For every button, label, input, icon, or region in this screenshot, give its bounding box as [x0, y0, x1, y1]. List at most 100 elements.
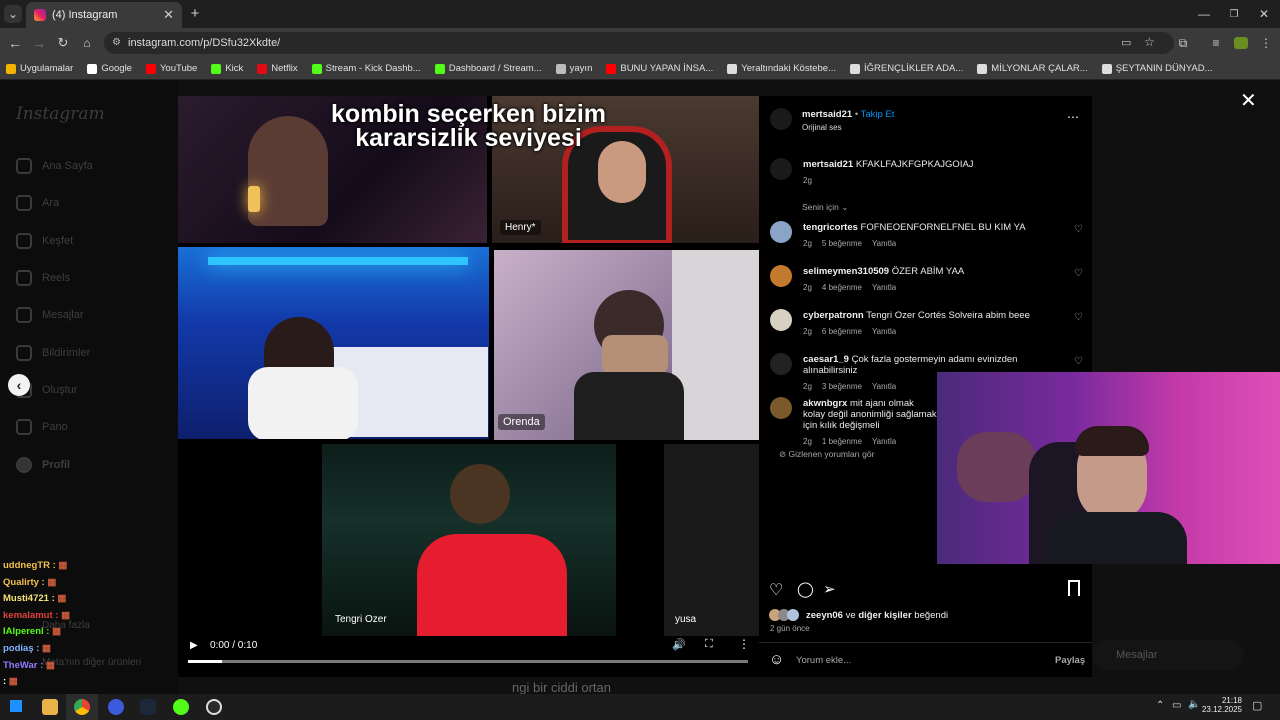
menu-dots-icon[interactable]: ⋮: [1259, 35, 1273, 51]
comment-username[interactable]: selimeymen310509: [803, 266, 889, 277]
fullscreen-icon[interactable]: ⛶: [705, 638, 713, 651]
comment-username[interactable]: akwnbgrx: [803, 398, 847, 409]
bookmark-item[interactable]: Uygulamalar: [6, 63, 73, 74]
bookmark-star-icon[interactable]: ☆: [1144, 35, 1155, 49]
notifications-icon[interactable]: ▢: [1252, 699, 1262, 712]
chrome-icon[interactable]: [74, 699, 90, 715]
comment-reply[interactable]: Yanıtla: [872, 239, 896, 248]
sidebar-item-2[interactable]: Keşfet: [16, 233, 73, 249]
reel-video[interactable]: Henry* Orenda Tengri Ozer yusa kombin se…: [178, 96, 759, 677]
hidden-comments-link[interactable]: ⊘ Gizlenen yorumları gör: [779, 449, 874, 460]
video-progress-bar[interactable]: [188, 660, 748, 663]
comment-sort-dropdown[interactable]: Senin için ⌄: [802, 202, 848, 213]
close-modal-icon[interactable]: ✕: [1240, 88, 1257, 113]
author-username[interactable]: mertsaid21: [802, 109, 852, 120]
obs-icon[interactable]: [206, 699, 222, 715]
comment-likes[interactable]: 6 beğenme: [822, 327, 862, 336]
author-avatar[interactable]: [770, 108, 792, 130]
comment-likes[interactable]: 4 beğenme: [822, 283, 862, 292]
steam-icon[interactable]: [140, 699, 156, 715]
extensions-icon[interactable]: ⧉: [1176, 35, 1190, 51]
caption-username[interactable]: mertsaid21: [803, 159, 853, 170]
comment-likes[interactable]: 1 beğenme: [822, 437, 862, 446]
bookmark-item[interactable]: YouTube: [145, 63, 197, 74]
follow-button[interactable]: Takip Et: [861, 109, 895, 120]
bookmark-item[interactable]: Kick: [211, 63, 243, 74]
comment-avatar[interactable]: [770, 353, 792, 375]
start-icon[interactable]: [10, 700, 22, 712]
messages-pill[interactable]: Mesajlar: [1092, 640, 1244, 670]
tab-search-button[interactable]: ⌄: [4, 5, 22, 23]
sidebar-item-0[interactable]: Ana Sayfa: [16, 158, 93, 174]
sidebar-item-3[interactable]: Reels: [16, 270, 70, 286]
share-comment-button[interactable]: Paylaş: [1055, 655, 1085, 666]
comment-reply[interactable]: Yanıtla: [872, 327, 896, 336]
cast-icon[interactable]: ▭: [1121, 36, 1131, 49]
save-bookmark-icon[interactable]: [1068, 580, 1080, 596]
network-icon[interactable]: ▭: [1172, 700, 1181, 711]
comment-bubble-icon[interactable]: ◯: [797, 580, 814, 598]
comment-username[interactable]: caesar1_9: [803, 354, 849, 365]
bookmark-item[interactable]: Netflix: [257, 63, 298, 74]
bookmark-item[interactable]: BUNU YAPAN İNSA...: [606, 63, 713, 74]
video-more-icon[interactable]: ⋮: [738, 637, 750, 651]
bookmark-item[interactable]: MİLYONLAR ÇALAR...: [977, 63, 1088, 74]
speaker-icon[interactable]: 🔈: [1188, 699, 1200, 710]
bookmark-item[interactable]: Stream - Kick Dashb...: [311, 63, 421, 74]
post-options-icon[interactable]: ⋯: [1067, 110, 1079, 124]
app-icon-1[interactable]: [108, 699, 124, 715]
minimize-button[interactable]: —: [1197, 7, 1211, 21]
comment-reply[interactable]: Yanıtla: [872, 437, 896, 446]
instagram-logo[interactable]: Instagram: [16, 104, 105, 124]
file-explorer-icon[interactable]: [42, 699, 58, 715]
forward-arrow-icon[interactable]: →: [32, 35, 46, 51]
comment-reply[interactable]: Yanıtla: [872, 382, 896, 391]
address-bar[interactable]: ⚙ instagram.com/p/DSfu32Xkdte/ ▭ ☆: [104, 32, 1174, 54]
comment-like-icon[interactable]: ♡: [1074, 268, 1083, 279]
sidebar-item-5[interactable]: Bildirimler: [16, 345, 90, 361]
liked-by-others[interactable]: diğer kişiler: [858, 610, 911, 621]
reading-list-icon[interactable]: ≡: [1209, 35, 1223, 51]
bookmark-item[interactable]: Yeraltındaki Köstebe...: [727, 63, 836, 74]
comment-like-icon[interactable]: ♡: [1074, 312, 1083, 323]
audio-label[interactable]: Orijinal ses: [802, 123, 842, 132]
bookmark-item[interactable]: yayın: [555, 63, 592, 74]
comment-likes[interactable]: 3 beğenme: [822, 382, 862, 391]
bookmark-item[interactable]: İĞRENÇLİKLER ADA...: [850, 63, 963, 74]
sidebar-item-8[interactable]: Profil: [16, 457, 70, 473]
site-info-icon[interactable]: ⚙: [112, 37, 121, 48]
profile-avatar[interactable]: [1234, 37, 1248, 49]
comment-username[interactable]: tengricortes: [803, 222, 858, 233]
kick-icon[interactable]: [173, 699, 189, 715]
comment-likes[interactable]: 5 beğenme: [822, 239, 862, 248]
tray-chevron-icon[interactable]: ⌃: [1156, 700, 1164, 711]
comment-avatar[interactable]: [770, 397, 792, 419]
new-tab-button[interactable]: +: [188, 5, 202, 22]
comment-avatar[interactable]: [770, 221, 792, 243]
comment-input[interactable]: Yorum ekle...: [796, 655, 851, 666]
sidebar-item-1[interactable]: Ara: [16, 195, 59, 211]
emoji-icon[interactable]: ☺: [769, 651, 784, 668]
comment-reply[interactable]: Yanıtla: [872, 283, 896, 292]
play-icon[interactable]: ▶: [190, 640, 198, 651]
comment-like-icon[interactable]: ♡: [1074, 224, 1083, 235]
caption-avatar[interactable]: [770, 158, 792, 180]
bookmark-item[interactable]: ŞEYTANIN DÜNYAD...: [1101, 63, 1212, 74]
tab-close-icon[interactable]: ✕: [163, 7, 174, 23]
comment-avatar[interactable]: [770, 309, 792, 331]
comment-like-icon[interactable]: ♡: [1074, 356, 1083, 367]
sidebar-item-4[interactable]: Mesajlar: [16, 307, 84, 323]
comment-avatar[interactable]: [770, 265, 792, 287]
home-icon[interactable]: ⌂: [80, 35, 94, 51]
restore-button[interactable]: ❐: [1227, 7, 1241, 21]
bookmark-item[interactable]: Dashboard / Stream...: [434, 63, 542, 74]
liked-by-user[interactable]: zeeyn06: [806, 610, 843, 621]
volume-icon[interactable]: 🔊: [672, 638, 686, 651]
sidebar-item-7[interactable]: Pano: [16, 419, 68, 435]
share-send-icon[interactable]: ➢: [823, 580, 836, 598]
like-heart-icon[interactable]: ♡: [769, 580, 783, 600]
reload-icon[interactable]: ↻: [56, 35, 70, 51]
bookmark-item[interactable]: Google: [87, 63, 132, 74]
clock[interactable]: 21:18 23.12.2025: [1202, 696, 1242, 714]
tab-instagram[interactable]: (4) Instagram ✕: [26, 2, 182, 28]
